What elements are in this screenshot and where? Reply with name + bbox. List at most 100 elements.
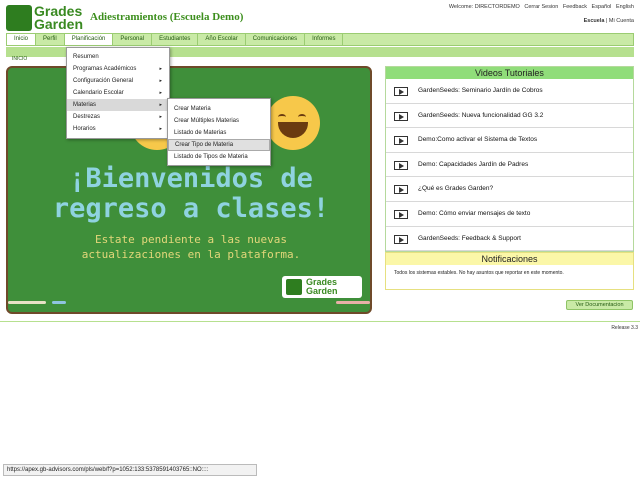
emoji-mouth xyxy=(278,122,308,138)
video-play-icon xyxy=(394,160,408,170)
menu-item-label: Materias xyxy=(73,102,97,108)
video-item[interactable]: Demo: Capacidades Jardín de Padres xyxy=(386,153,633,178)
spanish-link[interactable]: Español xyxy=(592,4,612,10)
chalk-piece xyxy=(8,301,46,304)
school-links: Escuela | Mi Cuenta xyxy=(584,18,634,24)
school-link[interactable]: Escuela xyxy=(584,18,605,24)
nav-planificacion[interactable]: Planificación xyxy=(64,34,114,45)
breadcrumb-label[interactable]: INICIO xyxy=(12,56,27,62)
chalk-piece xyxy=(336,301,370,304)
submenu-arrow-icon: ▸ xyxy=(159,78,162,84)
chalk-piece xyxy=(52,301,66,304)
menu-item-label: Crear Múltiples Materias xyxy=(174,118,240,124)
menu-item-label: Listado de Tipos de Materia xyxy=(174,154,248,160)
menu-item-label: Destrezas xyxy=(73,114,101,120)
video-item-label: Demo:Como activar el Sistema de Textos xyxy=(418,136,538,144)
menu-item-horarios[interactable]: Horarios ▸ xyxy=(67,123,169,135)
menu-item-resumen[interactable]: Resumen xyxy=(67,51,169,63)
video-item[interactable]: GardenSeeds: Feedback & Support xyxy=(386,227,633,252)
video-item[interactable]: GardenSeeds: Seminario Jardín de Cobros xyxy=(386,79,633,104)
submenu-arrow-icon: ▸ xyxy=(159,114,162,120)
submenu-arrow-icon: ▸ xyxy=(159,90,162,96)
banner-logo: Grades Garden xyxy=(282,276,362,298)
video-play-icon xyxy=(394,234,408,244)
banner-title-line-1: ¡Bienvenidos de xyxy=(69,163,313,194)
nav-estudiantes[interactable]: Estudiantes xyxy=(152,34,199,45)
nav-inicio[interactable]: Inicio xyxy=(7,34,37,45)
menu-item-calendario-escolar[interactable]: Calendario Escolar ▸ xyxy=(67,87,169,99)
my-account-link[interactable]: Mi Cuenta xyxy=(609,18,634,24)
footer-divider xyxy=(0,321,640,322)
grades-garden-logo[interactable]: Grades Garden xyxy=(6,4,84,32)
banner-logo-text: Grades Garden xyxy=(306,278,338,296)
page-title: Adiestramientos (Escuela Demo) xyxy=(90,11,244,23)
video-play-icon xyxy=(394,209,408,219)
menu-item-label: Listado de Materias xyxy=(174,130,227,136)
video-item[interactable]: Demo: Cómo enviar mensajes de texto xyxy=(386,202,633,227)
menu-item-label: Configuración General xyxy=(73,78,134,84)
submenu-arrow-icon: ▸ xyxy=(159,126,162,132)
menu-item-crear-tipo-de-materia[interactable]: Crear Tipo de Materia xyxy=(168,139,270,151)
feedback-link[interactable]: Feedback xyxy=(563,4,587,10)
video-item-label: Demo: Capacidades Jardín de Padres xyxy=(418,160,529,168)
video-item-label: GardenSeeds: Seminario Jardín de Cobros xyxy=(418,87,543,94)
nav-ano-escolar[interactable]: Año Escolar xyxy=(198,34,246,45)
banner-title-line-2: regreso a clases! xyxy=(52,193,330,224)
logo-text: Grades Garden xyxy=(34,4,84,32)
menu-item-listado-de-materias[interactable]: Listado de Materias xyxy=(168,127,270,139)
view-documentation-button[interactable]: Ver Documentacion xyxy=(566,300,633,310)
menu-item-label: Crear Tipo de Materia xyxy=(175,142,234,148)
smile-emoji-icon xyxy=(266,96,320,150)
separator: | xyxy=(605,18,608,24)
banner-subtitle-line-2: actualizaciones en la plataforma. xyxy=(81,248,301,261)
menu-item-label: Horarios xyxy=(73,126,96,132)
notifications-panel: Notificaciones Todos los sistemas establ… xyxy=(385,252,634,290)
video-play-icon xyxy=(394,185,408,195)
banner-logo-line-2: Garden xyxy=(306,286,338,296)
notifications-message: Todos los sistemas estables. No hay asun… xyxy=(394,270,564,276)
menu-item-label: Crear Materia xyxy=(174,106,211,112)
browser-status-url: https://apex.gb-advisors.com/pls/web/f?p… xyxy=(3,464,257,476)
video-item-label: Demo: Cómo enviar mensajes de texto xyxy=(418,209,531,217)
logo-line-2: Garden xyxy=(34,16,84,32)
menu-item-label: Resumen xyxy=(73,54,99,60)
nav-informes[interactable]: Informes xyxy=(305,34,344,45)
video-tutorials-panel: Videos Tutoriales GardenSeeds: Seminario… xyxy=(385,66,634,253)
menu-item-configuracion-general[interactable]: Configuración General ▸ xyxy=(67,75,169,87)
menu-item-programas-academicos[interactable]: Programas Académicos ▸ xyxy=(67,63,169,75)
nav-comunicaciones[interactable]: Comunicaciones xyxy=(246,34,306,45)
release-label: Release 3.3 xyxy=(611,325,638,331)
menu-item-listado-de-tipos-de-materia[interactable]: Listado de Tipos de Materia xyxy=(168,151,270,163)
english-link[interactable]: English xyxy=(616,4,634,10)
menu-item-destrezas[interactable]: Destrezas ▸ xyxy=(67,111,169,123)
video-play-icon xyxy=(394,136,408,146)
banner-subtitle: Estate pendiente a las nuevas actualizac… xyxy=(18,232,364,262)
video-item[interactable]: ¿Qué es Grades Garden? xyxy=(386,177,633,202)
video-item-label: GardenSeeds: Nueva funcionalidad GG 3.2 xyxy=(418,111,544,119)
menu-item-crear-materia[interactable]: Crear Materia xyxy=(168,103,270,115)
video-play-icon xyxy=(394,87,408,96)
banner-subtitle-line-1: Estate pendiente a las nuevas xyxy=(94,233,288,246)
banner-logo-icon xyxy=(286,279,302,295)
menu-item-materias[interactable]: Materias ▸ xyxy=(67,99,169,111)
menu-item-label: Programas Académicos xyxy=(73,66,137,72)
menu-item-crear-multiples-materias[interactable]: Crear Múltiples Materias xyxy=(168,115,270,127)
planificacion-menu: Resumen Programas Académicos ▸ Configurac… xyxy=(66,47,170,139)
nav-personal[interactable]: Personal xyxy=(113,34,153,45)
video-item[interactable]: GardenSeeds: Nueva funcionalidad GG 3.2 xyxy=(386,104,633,129)
video-item-label: GardenSeeds: Feedback & Support xyxy=(418,234,521,242)
materias-submenu: Crear Materia Crear Múltiples Materias L… xyxy=(167,98,271,166)
notifications-title: Notificaciones xyxy=(386,253,633,265)
video-tutorials-title: Videos Tutoriales xyxy=(386,67,633,79)
logo-icon xyxy=(6,5,32,31)
logout-link[interactable]: Cerrar Sesion xyxy=(524,4,558,10)
submenu-arrow-icon: ▸ xyxy=(159,102,162,108)
emoji-eye xyxy=(298,114,306,120)
submenu-arrow-icon: ▸ xyxy=(159,66,162,72)
banner-title: ¡Bienvenidos de regreso a clases! xyxy=(18,164,364,224)
video-play-icon xyxy=(394,111,408,121)
video-item[interactable]: Demo:Como activar el Sistema de Textos xyxy=(386,128,633,153)
nav-perfil[interactable]: Perfil xyxy=(36,34,65,45)
welcome-text: Welcome: DIRECTORDEMO xyxy=(448,4,520,10)
top-links: Welcome: DIRECTORDEMO Cerrar Sesion Feed… xyxy=(446,4,634,10)
